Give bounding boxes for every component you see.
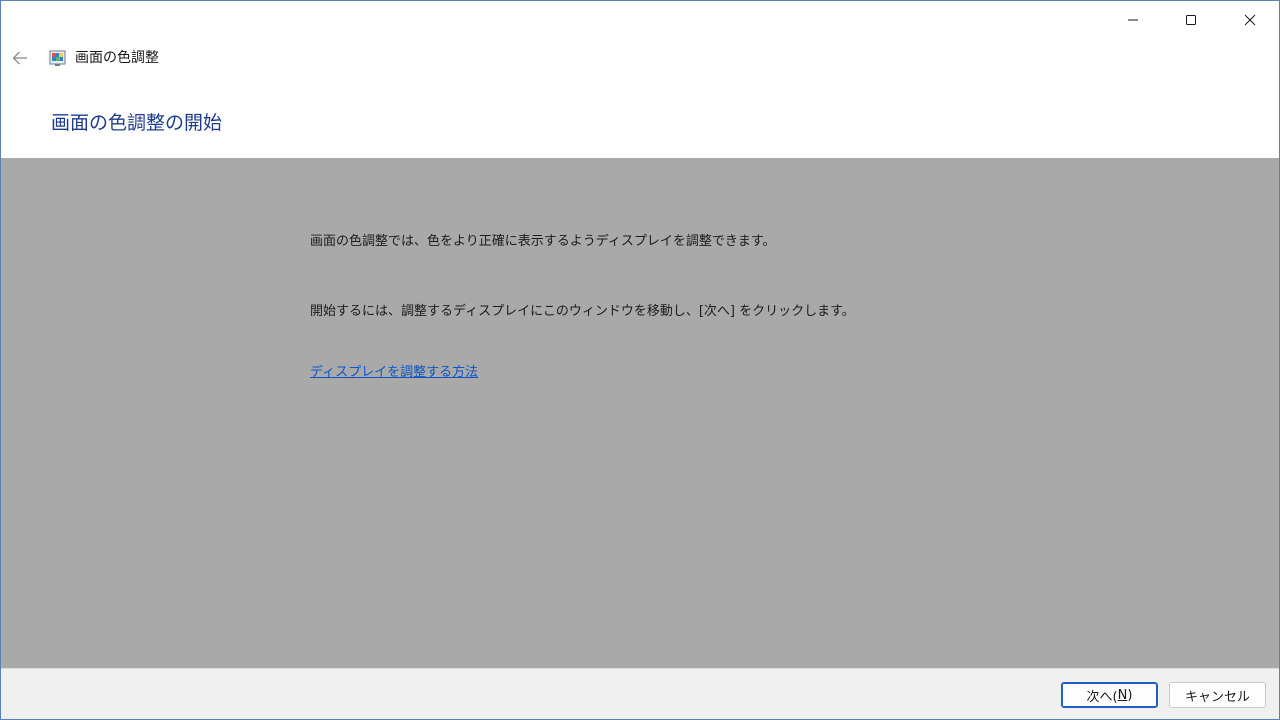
cancel-button[interactable]: キャンセル — [1169, 682, 1266, 708]
back-button[interactable] — [7, 45, 33, 71]
next-label-mnemonic: N — [1117, 687, 1128, 703]
maximize-button[interactable] — [1162, 1, 1220, 39]
intro-text: 画面の色調整では、色をより正確に表示するようディスプレイを調整できます。 — [310, 234, 776, 249]
help-link[interactable]: ディスプレイを調整する方法 — [310, 364, 478, 382]
window-title: 画面の色調整 — [75, 50, 159, 66]
content-area: 画面の色調整では、色をより正確に表示するようディスプレイを調整できます。 開始す… — [1, 158, 1279, 668]
minimize-icon — [1128, 19, 1138, 21]
close-icon — [1244, 14, 1256, 26]
cancel-label: キャンセル — [1184, 689, 1250, 705]
page-title: 画面の色調整の開始 — [51, 112, 223, 134]
next-label-prefix: 次へ( — [1086, 689, 1118, 705]
calibration-window: 画面の色調整 画面の色調整の開始 画面の色調整では、色をより正確に表示するようデ… — [0, 0, 1280, 720]
close-button[interactable] — [1221, 1, 1279, 39]
next-button[interactable]: 次へ(N) — [1061, 682, 1158, 708]
instruction-text: 開始するには、調整するディスプレイにこのウィンドウを移動し、[次へ] をクリック… — [310, 304, 855, 319]
next-label-suffix: ) — [1127, 687, 1133, 703]
arrow-left-icon — [12, 51, 27, 65]
color-calibration-app-icon — [48, 49, 67, 68]
maximize-icon — [1186, 15, 1196, 25]
footer-bar: 次へ(N) キャンセル — [1, 668, 1279, 719]
minimize-button[interactable] — [1104, 1, 1162, 39]
